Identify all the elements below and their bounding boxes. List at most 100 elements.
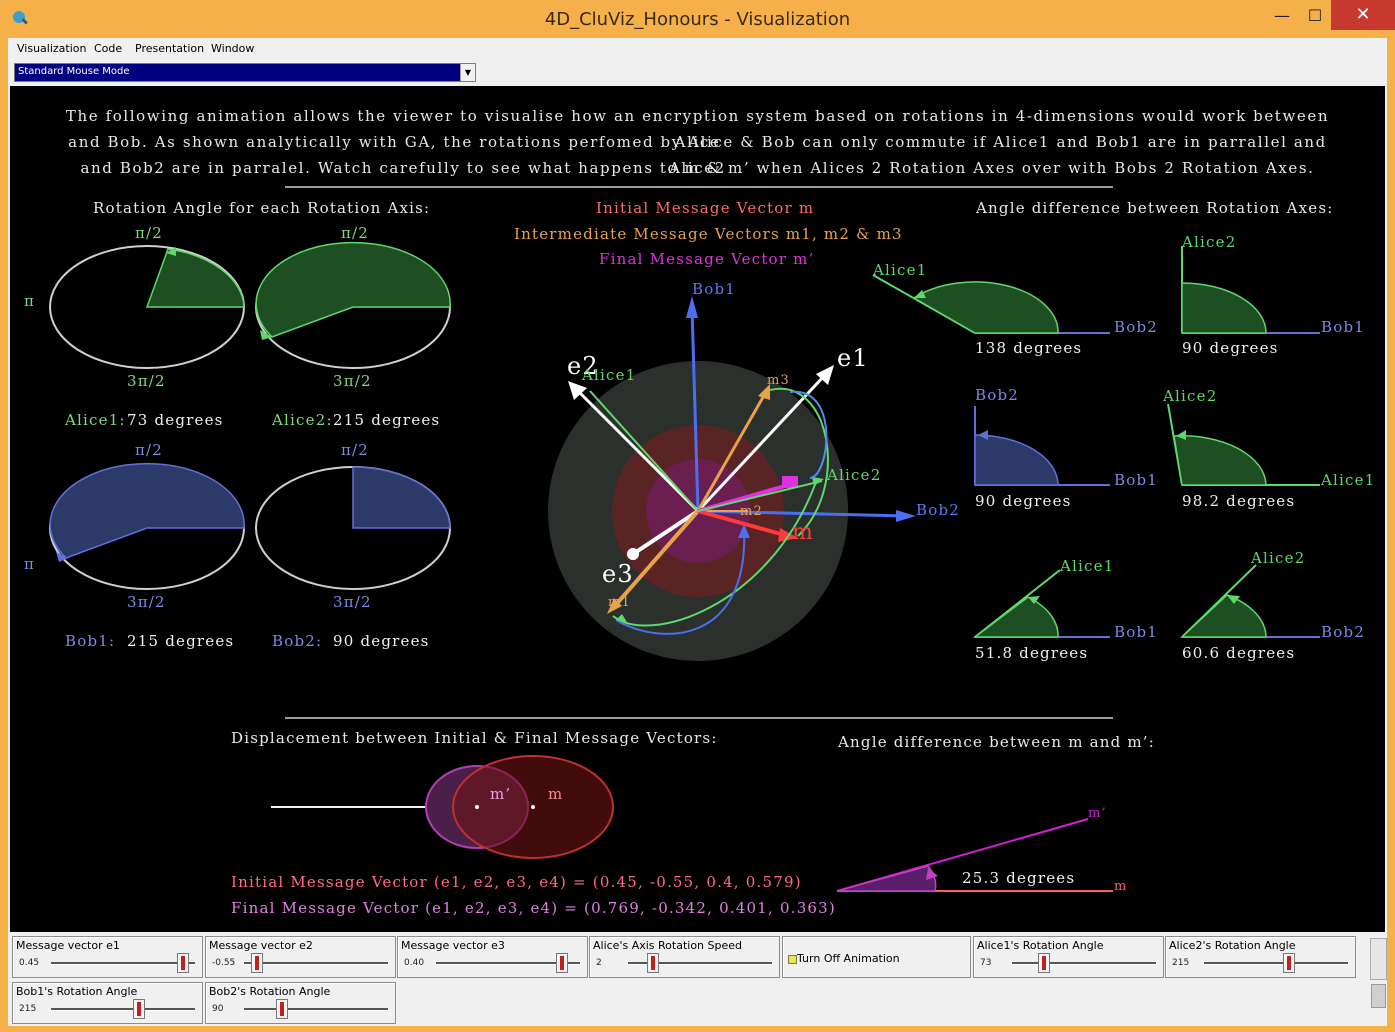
- slider-alice1-angle[interactable]: Alice1's Rotation Angle 73: [973, 936, 1164, 978]
- slider-label: Message vector e1: [16, 939, 120, 952]
- pair5-value: 51.8 degrees: [975, 644, 1089, 662]
- slider-label: Bob2's Rotation Angle: [209, 985, 331, 998]
- pair5-a-label: Alice1: [1060, 557, 1115, 575]
- controls-scrollbar-thumb[interactable]: [1371, 984, 1386, 1008]
- slider-value: 2: [596, 958, 602, 968]
- alice2-value: 215 degrees: [333, 411, 441, 429]
- vector-m-label: m: [792, 520, 815, 545]
- pair2-a-label: Alice2: [1182, 233, 1237, 251]
- menu-window[interactable]: Window: [211, 42, 254, 55]
- controls-scroll-up[interactable]: [1370, 938, 1387, 980]
- bob1-value: 215 degrees: [127, 632, 235, 650]
- axis-bob1-label: Bob1: [692, 280, 736, 298]
- slider-track[interactable]: [244, 1008, 388, 1011]
- dial-bob2: [255, 466, 451, 590]
- axis-e3-label: e3: [602, 560, 634, 588]
- bob1-name: Bob1:: [65, 632, 116, 650]
- slider-value: 215: [1172, 958, 1190, 968]
- slider-bob1-angle[interactable]: Bob1's Rotation Angle 215: [12, 982, 203, 1024]
- slider-track[interactable]: [244, 962, 388, 965]
- pair1-b-label: Bob2: [1114, 318, 1158, 336]
- slider-thumb[interactable]: [1283, 953, 1295, 973]
- legend-initial: Initial Message Vector m: [596, 199, 815, 217]
- pair5-b-label: Bob1: [1114, 623, 1158, 641]
- slider-thumb[interactable]: [177, 953, 189, 973]
- alice2-name: Alice2:: [272, 411, 333, 429]
- menu-presentation[interactable]: Presentation: [135, 42, 204, 55]
- slider-track[interactable]: [51, 1008, 195, 1011]
- pair3-b-label: Bob1: [1114, 471, 1158, 489]
- pair3-value: 90 degrees: [975, 492, 1072, 510]
- slider-label: Alice1's Rotation Angle: [977, 939, 1104, 952]
- bob2-value: 90 degrees: [333, 632, 430, 650]
- dial-alice2: [255, 241, 451, 369]
- pair4-a-label: Alice2: [1163, 387, 1218, 405]
- axis-e1-label: e1: [837, 344, 869, 372]
- angle-diagram-alice1-bob1: [972, 569, 1110, 638]
- bob2-3pi-half-label: 3π/2: [333, 593, 372, 611]
- slider-track[interactable]: [51, 962, 195, 965]
- slider-label: Alice's Axis Rotation Speed: [593, 939, 743, 952]
- pair2-b-label: Bob1: [1321, 318, 1365, 336]
- alice2-pi-half-label: π/2: [341, 224, 370, 242]
- slider-alice2-angle[interactable]: Alice2's Rotation Angle 215: [1165, 936, 1356, 978]
- slider-label: Alice2's Rotation Angle: [1169, 939, 1296, 952]
- maximize-button[interactable]: ☐: [1303, 4, 1327, 28]
- slider-thumb[interactable]: [556, 953, 568, 973]
- bob2-name: Bob2:: [272, 632, 323, 650]
- slider-message-e2[interactable]: Message vector e2 -0.55: [205, 936, 396, 978]
- pair3-a-label: Bob2: [975, 386, 1019, 404]
- pair4-b-label: Alice1: [1321, 471, 1376, 489]
- legend-final: Final Message Vector m’: [599, 250, 815, 268]
- axis-alice1-label: Alice1: [582, 366, 637, 384]
- slider-message-e3[interactable]: Message vector e3 0.40: [397, 936, 588, 978]
- m-angle-heading: Angle difference between m and m’:: [838, 733, 1156, 751]
- slider-label: Message vector e2: [209, 939, 313, 952]
- pair1-value: 138 degrees: [975, 339, 1083, 357]
- bob1-pi-half-label: π/2: [135, 441, 164, 459]
- angle-diagram-alice1-bob2: [872, 274, 1110, 334]
- chevron-down-icon[interactable]: ▼: [460, 64, 475, 81]
- close-button[interactable]: ✕: [1331, 0, 1395, 30]
- visualization-canvas[interactable]: The following animation allows the viewe…: [10, 86, 1385, 932]
- slider-thumb[interactable]: [647, 953, 659, 973]
- minimize-button[interactable]: —: [1270, 4, 1294, 28]
- slider-bob2-angle[interactable]: Bob2's Rotation Angle 90: [205, 982, 396, 1024]
- m-angle-value: 25.3 degrees: [962, 869, 1076, 887]
- final-vector-line: Final Message Vector (e1, e2, e3, e4) = …: [231, 899, 836, 917]
- angle-diagram-alice2-bob2: [1180, 564, 1320, 638]
- axis-bob2-label: Bob2: [916, 501, 960, 519]
- slider-track[interactable]: [1204, 962, 1348, 965]
- dial-alice1: [49, 245, 245, 369]
- animation-checkbox[interactable]: [788, 955, 797, 964]
- slider-thumb[interactable]: [276, 999, 288, 1019]
- rotation-panel-heading: Rotation Angle for each Rotation Axis:: [93, 199, 431, 217]
- alice1-pi-label: π: [24, 292, 36, 310]
- slider-thumb[interactable]: [133, 999, 145, 1019]
- dial-bob1: [49, 462, 245, 590]
- angle-diagram-alice2-bob1: [1181, 246, 1320, 334]
- title-bar: 4D_CluViz_Honours - Visualization — ☐ ✕: [0, 0, 1395, 38]
- menu-visualization[interactable]: Visualization: [17, 42, 86, 55]
- menu-code[interactable]: Code: [94, 42, 122, 55]
- m-angle-m-label: m: [1114, 879, 1128, 894]
- toggle-animation[interactable]: Turn Off Animation: [782, 936, 971, 978]
- slider-thumb[interactable]: [251, 953, 263, 973]
- bob1-3pi-half-label: 3π/2: [127, 593, 166, 611]
- alice1-pi-half-label: π/2: [135, 224, 164, 242]
- mouse-mode-select[interactable]: Standard Mouse Mode ▼: [14, 63, 476, 82]
- alice1-value: 73 degrees: [127, 411, 224, 429]
- m-angle-m-prime-label: m’: [1088, 806, 1107, 821]
- displacement-m-label: m: [548, 785, 564, 803]
- alice1-name: Alice1:: [65, 411, 126, 429]
- slider-value: 215: [19, 1004, 37, 1014]
- slider-axis-speed[interactable]: Alice's Axis Rotation Speed 2: [589, 936, 780, 978]
- alice1-3pi-half-label: 3π/2: [127, 372, 166, 390]
- angle-diagram-bob2-bob1: [974, 406, 1110, 486]
- window-title: 4D_CluViz_Honours - Visualization: [544, 9, 851, 30]
- slider-thumb[interactable]: [1038, 953, 1050, 973]
- vector-m2-label: m2: [740, 504, 763, 519]
- slider-message-e1[interactable]: Message vector e1 0.45: [12, 936, 203, 978]
- alice2-3pi-half-label: 3π/2: [333, 372, 372, 390]
- slider-track[interactable]: [1012, 962, 1156, 965]
